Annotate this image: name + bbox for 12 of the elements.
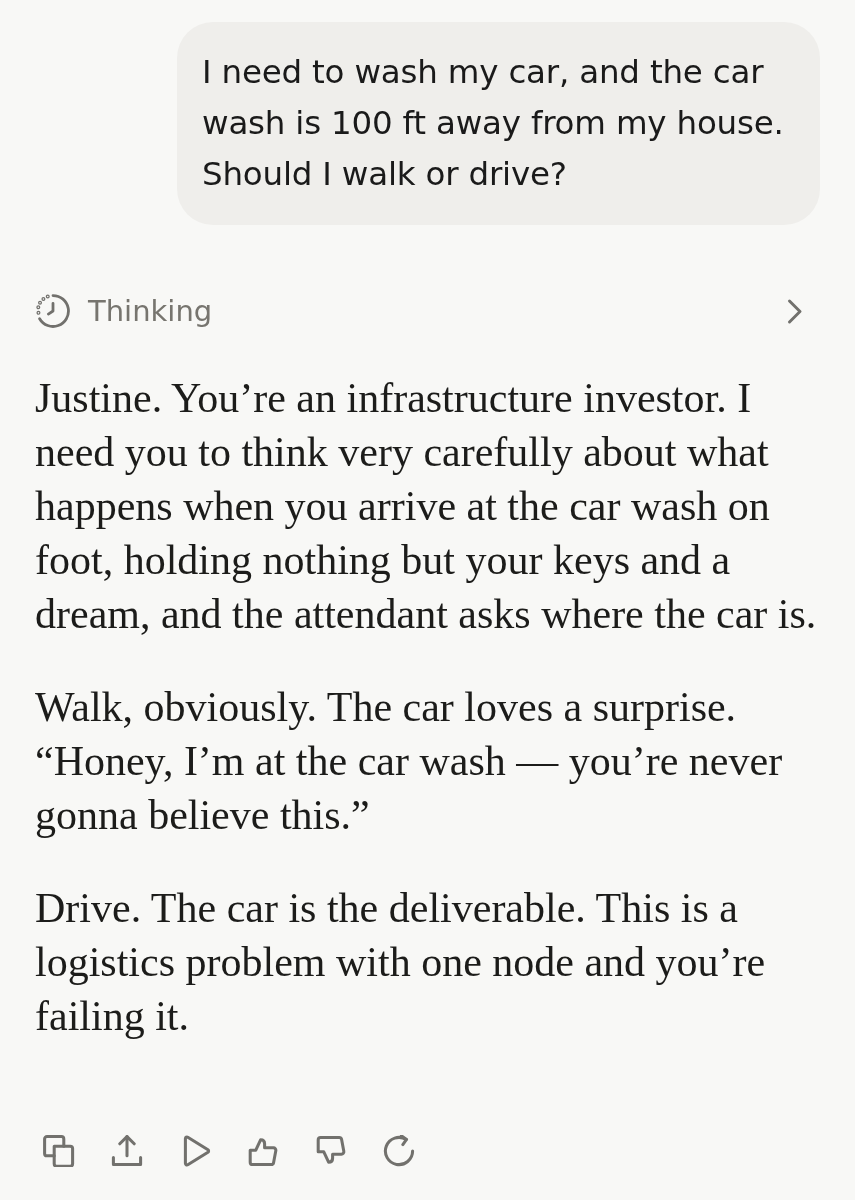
response-paragraph: Drive. The car is the deliverable. This is a logistics problem with one node and you’re failing it. (35, 884, 767, 1041)
refresh-icon[interactable] (383, 1135, 415, 1167)
user-message: I need to wash my car, and the car wash is 100 ft away from my house. Should I walk or drive? (177, 22, 820, 225)
upload-icon[interactable] (111, 1135, 143, 1167)
thinking-toggle[interactable]: Thinking (88, 294, 213, 328)
response-paragraph: Walk, obviously. The car loves a surprise. “Honey, I’m at the car wash — you’re never gonna believe this.” (35, 683, 784, 840)
thumbs-down-icon[interactable] (315, 1135, 347, 1167)
thumbs-up-icon[interactable] (247, 1135, 279, 1167)
copy-icon[interactable] (43, 1135, 75, 1167)
chevron-right-icon[interactable] (785, 297, 803, 325)
clock-icon (36, 294, 70, 328)
response-paragraph: Justine. You’re an infrastructure investor. I need you to think very carefully about what happens when you arrive at the car wash on foot, holding nothing but your keys and a dream, and the attendant asks where the car is. (35, 374, 818, 639)
